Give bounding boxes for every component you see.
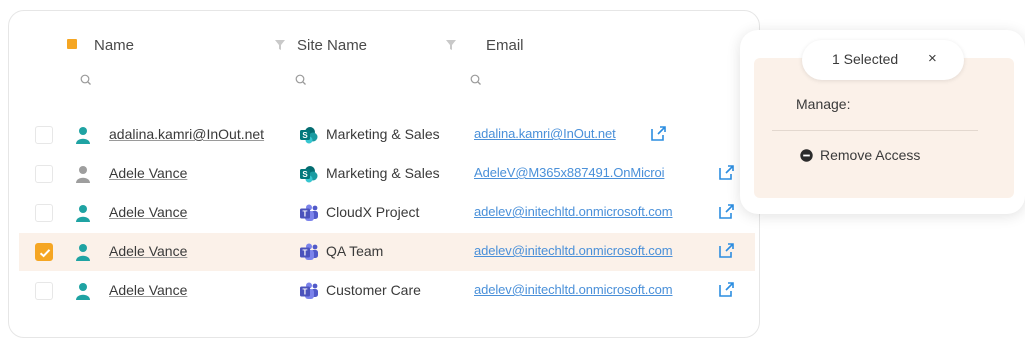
teams-icon: T: [300, 204, 318, 221]
users-table-card: Name Site Name Email adalina.kamri@InOut…: [8, 10, 760, 338]
user-name-link[interactable]: adalina.kamri@InOut.net: [109, 126, 264, 142]
selected-count-label: 1 Selected: [832, 51, 899, 67]
column-header-email[interactable]: Email: [446, 33, 524, 57]
minus-circle-icon: [800, 148, 813, 162]
email-link[interactable]: adelev@initechltd.onmicrosoft.com: [474, 204, 673, 219]
row-checkbox[interactable]: [35, 282, 53, 300]
site-name: Marketing & Sales: [326, 165, 440, 181]
teams-icon: T: [300, 282, 318, 299]
row-checkbox[interactable]: [35, 204, 53, 222]
search-icon[interactable]: [469, 73, 483, 87]
teams-icon: T: [300, 243, 318, 260]
table-row[interactable]: adalina.kamri@InOut.net S Marketing & Sa…: [19, 116, 755, 154]
svg-text:S: S: [302, 131, 308, 140]
search-icon[interactable]: [79, 73, 93, 87]
remove-access-button[interactable]: Remove Access: [800, 146, 920, 164]
column-header-name-label: Name: [94, 36, 135, 54]
site-name: QA Team: [326, 243, 384, 259]
divider: [772, 130, 978, 131]
table-row[interactable]: Adele Vance T Customer Care adelev@inite…: [19, 272, 755, 310]
svg-text:S: S: [302, 170, 308, 179]
user-name-link[interactable]: Adele Vance: [109, 243, 187, 259]
site-name: CloudX Project: [326, 204, 420, 220]
selected-count-chip: 1 Selected ×: [802, 40, 964, 80]
sharepoint-icon: S: [300, 127, 318, 144]
row-checkbox[interactable]: [35, 165, 53, 183]
guest-user-icon: [76, 166, 90, 183]
email-link[interactable]: AdeleV@M365x887491.OnMicroi: [474, 165, 665, 180]
row-checkbox[interactable]: [35, 126, 53, 144]
user-icon: [76, 283, 90, 300]
column-header-site-name-label: Site Name: [297, 36, 368, 54]
clear-selection-close-icon[interactable]: ×: [928, 50, 937, 67]
column-header-email-label: Email: [486, 36, 524, 54]
external-link-icon[interactable]: [717, 281, 735, 299]
user-icon: [76, 205, 90, 222]
selection-panel: Manage: Remove Access 1 Selected ×: [740, 30, 1025, 214]
site-name: Marketing & Sales: [326, 126, 440, 142]
search-icon[interactable]: [294, 73, 308, 87]
row-checkbox-checked[interactable]: [35, 243, 53, 261]
select-all-indicator[interactable]: [67, 39, 77, 49]
svg-text:T: T: [303, 249, 308, 258]
table-row[interactable]: Adele Vance T CloudX Project adelev@init…: [19, 194, 755, 232]
table-row[interactable]: Adele Vance S Marketing & Sales AdeleV@M…: [19, 155, 755, 193]
filter-icon[interactable]: [275, 40, 285, 50]
sharepoint-icon: S: [300, 166, 318, 183]
user-name-link[interactable]: Adele Vance: [109, 282, 187, 298]
email-link[interactable]: adelev@initechltd.onmicrosoft.com: [474, 243, 673, 258]
checkmark-icon: [39, 249, 51, 258]
filter-icon[interactable]: [446, 40, 456, 50]
external-link-icon[interactable]: [717, 242, 735, 260]
user-icon: [76, 127, 90, 144]
external-link-icon[interactable]: [717, 164, 735, 182]
manage-label: Manage:: [796, 96, 851, 112]
column-header-site-name[interactable]: Site Name: [275, 33, 367, 57]
table-row-selected[interactable]: Adele Vance T QA Team adelev@initechltd.…: [19, 233, 755, 271]
email-link[interactable]: adalina.kamri@InOut.net: [474, 126, 616, 141]
external-link-icon[interactable]: [717, 203, 735, 221]
site-name: Customer Care: [326, 282, 421, 298]
column-header-name[interactable]: Name: [94, 33, 134, 57]
external-link-icon[interactable]: [649, 125, 667, 143]
remove-access-label: Remove Access: [820, 147, 921, 163]
user-icon: [76, 244, 90, 261]
user-name-link[interactable]: Adele Vance: [109, 165, 187, 181]
svg-text:T: T: [303, 210, 308, 219]
email-link[interactable]: adelev@initechltd.onmicrosoft.com: [474, 282, 673, 297]
user-name-link[interactable]: Adele Vance: [109, 204, 187, 220]
svg-text:T: T: [303, 288, 308, 297]
